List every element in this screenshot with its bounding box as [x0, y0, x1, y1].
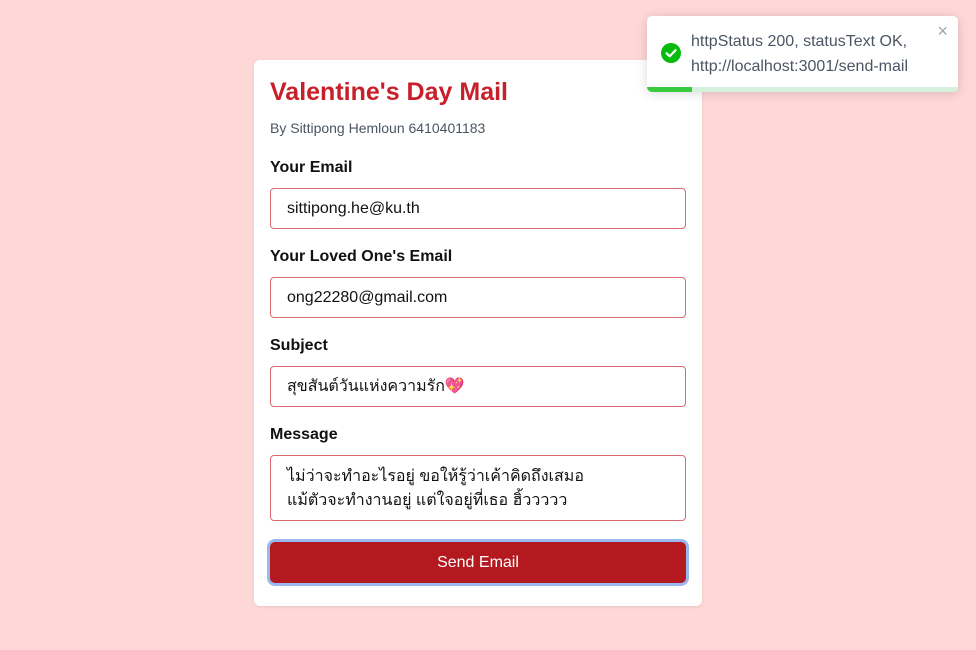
mail-form-card: Valentine's Day Mail By Sittipong Hemlou…: [254, 60, 702, 606]
close-icon[interactable]: ×: [937, 22, 948, 40]
subject-input[interactable]: [270, 366, 686, 407]
loved-one-email-label: Your Loved One's Email: [270, 248, 453, 265]
message-textarea[interactable]: ไม่ว่าจะทำอะไรอยู่ ขอให้รู้ว่าเค้าคิดถึง…: [270, 455, 686, 521]
toast-progress-fill: [647, 87, 693, 92]
page-title: Valentine's Day Mail: [270, 78, 508, 106]
message-label: Message: [270, 426, 338, 443]
subject-label: Subject: [270, 337, 328, 354]
author-byline: By Sittipong Hemloun 6410401183: [270, 120, 486, 136]
your-email-label: Your Email: [270, 159, 353, 176]
toast-progress-bar: [647, 87, 958, 92]
toast-message: httpStatus 200, statusText OK, http://lo…: [691, 29, 931, 79]
loved-one-email-input[interactable]: [270, 277, 686, 318]
send-email-button[interactable]: Send Email: [270, 542, 686, 583]
check-circle-icon: [661, 43, 681, 63]
toast-status-line: httpStatus 200, statusText OK,: [691, 33, 908, 50]
toast-url-line: http://localhost:3001/send-mail: [691, 58, 909, 75]
your-email-input[interactable]: [270, 188, 686, 229]
success-toast[interactable]: httpStatus 200, statusText OK, http://lo…: [647, 16, 958, 92]
